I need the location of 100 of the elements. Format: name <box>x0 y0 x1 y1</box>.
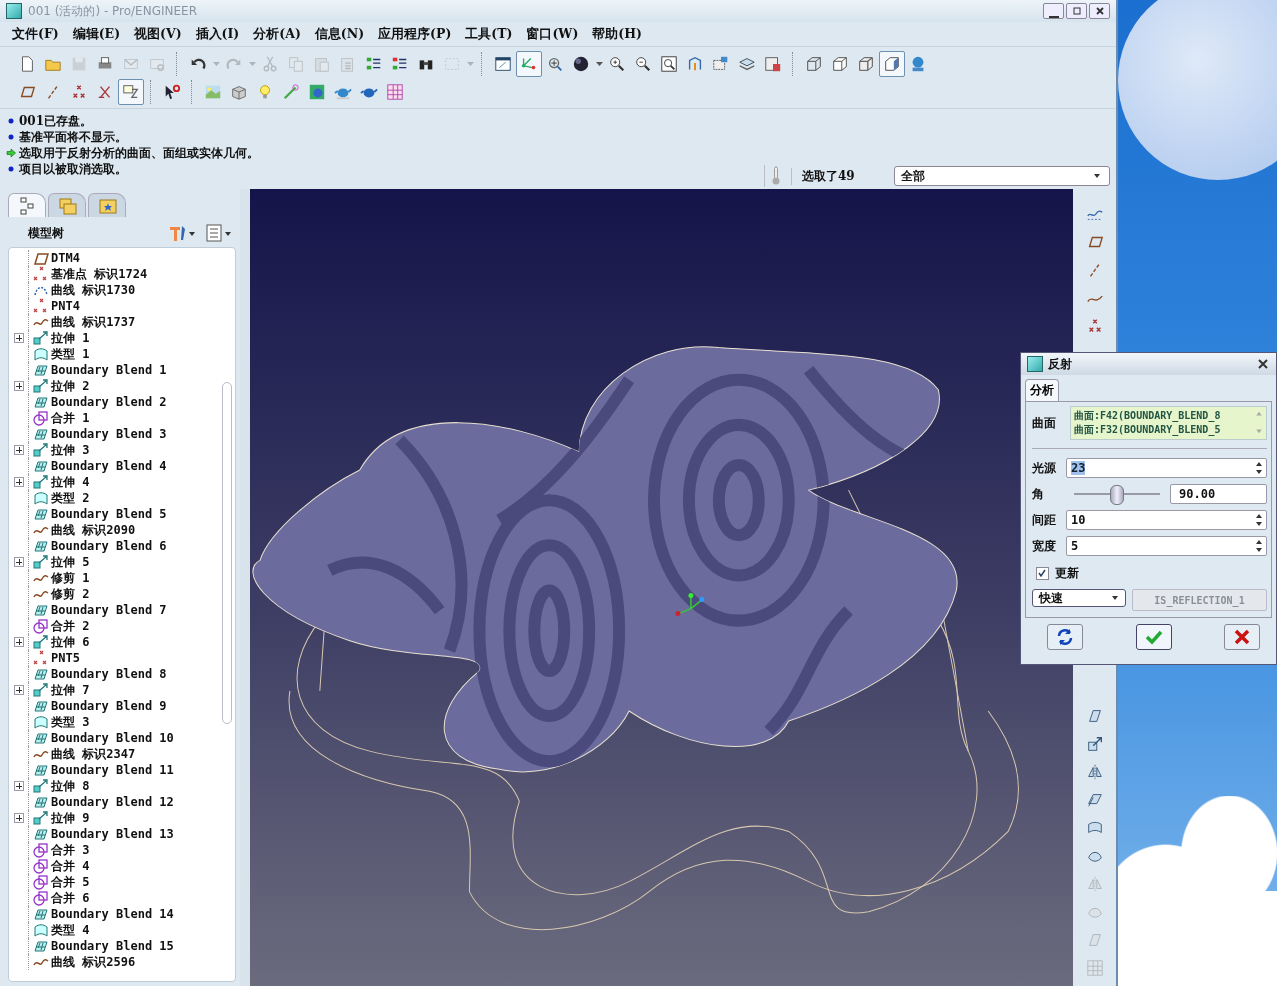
collector-item[interactable]: 曲面:F42(BOUNDARY_BLEND_8 <box>1074 409 1255 423</box>
extrude-icon <box>33 554 49 570</box>
close-button[interactable] <box>1256 357 1270 371</box>
angle-field[interactable]: 90.00 <box>1170 484 1267 504</box>
dialog-title: 反射 <box>1048 355 1073 373</box>
expand-toggle[interactable] <box>14 813 24 823</box>
expand-toggle[interactable] <box>14 477 24 487</box>
merge-icon <box>33 890 49 906</box>
tree-item[interactable]: 修剪 2 <box>51 585 90 603</box>
blend-surface-icon <box>33 906 49 922</box>
tree-item[interactable]: 类型 4 <box>51 921 90 939</box>
menu-item[interactable]: 信息(N) <box>308 25 373 43</box>
tree-item[interactable]: 合并 6 <box>51 889 90 907</box>
merge-icon <box>33 858 49 874</box>
tree-item[interactable]: DTM4 <box>51 251 80 265</box>
tree-item[interactable]: 合并 4 <box>51 857 90 875</box>
tree-item[interactable]: Boundary Blend 13 <box>51 827 174 841</box>
checkbox[interactable] <box>1036 566 1049 580</box>
collector-item[interactable]: 曲面:F32(BOUNDARY_BLEND_5 <box>1074 423 1255 437</box>
cross-button[interactable] <box>1224 624 1260 650</box>
menu-item[interactable]: 插入(I) <box>189 25 248 43</box>
menu-item[interactable]: 文件(F) <box>6 25 67 43</box>
tree-item[interactable]: 拉伸 7 <box>51 681 90 699</box>
tree-item[interactable]: Boundary Blend 12 <box>51 795 174 809</box>
angle-slider[interactable] <box>1074 485 1160 503</box>
tree-item[interactable]: 曲线 标识2090 <box>51 521 136 539</box>
coordinate-axes-icon <box>675 593 705 617</box>
expand-toggle[interactable] <box>14 685 24 695</box>
tree-item[interactable]: 合并 3 <box>51 841 90 859</box>
expand-toggle[interactable] <box>14 445 24 455</box>
tree-item[interactable]: Boundary Blend 8 <box>51 667 167 681</box>
tree-item[interactable]: 类型 2 <box>51 489 90 507</box>
tree-item[interactable]: 拉伸 6 <box>51 633 90 651</box>
tree-item[interactable]: Boundary Blend 4 <box>51 459 167 473</box>
tree-item[interactable]: Boundary Blend 14 <box>51 907 174 921</box>
tree-item[interactable]: 拉伸 3 <box>51 441 90 459</box>
tree-item[interactable]: 拉伸 4 <box>51 473 90 491</box>
number-field[interactable]: 10 <box>1066 510 1267 530</box>
tree-item[interactable]: 曲线 标识1730 <box>51 281 136 299</box>
refresh-button[interactable] <box>1047 624 1083 650</box>
menu-item[interactable]: 分析(A) <box>247 25 309 43</box>
expand-toggle[interactable] <box>14 333 24 343</box>
tree-item[interactable]: Boundary Blend 15 <box>51 939 174 953</box>
tree-item[interactable]: Boundary Blend 5 <box>51 507 167 521</box>
filter-value: 全部 <box>901 167 925 185</box>
expand-toggle[interactable] <box>14 557 24 567</box>
expand-toggle[interactable] <box>14 637 24 647</box>
blend-surface-icon <box>33 826 49 842</box>
menu-item[interactable]: 窗口(W) <box>520 25 587 43</box>
blend-surface-icon <box>33 394 49 410</box>
menu-item[interactable]: 工具(T) <box>459 25 521 43</box>
menu-item[interactable]: 帮助(H) <box>586 25 650 43</box>
tree-item[interactable]: 类型 1 <box>51 345 90 363</box>
tree-item[interactable]: PNT4 <box>51 299 80 313</box>
filter-dropdown[interactable]: 全部 <box>894 166 1110 186</box>
menu-item[interactable]: 应用程序(P) <box>372 25 460 43</box>
menu-item[interactable]: 视图(V) <box>128 25 190 43</box>
close-button[interactable] <box>1089 3 1110 19</box>
mode-dropdown[interactable]: 快速 <box>1032 589 1126 607</box>
number-field[interactable]: 23 <box>1066 458 1267 478</box>
blend-surface-icon <box>33 458 49 474</box>
number-field[interactable]: 5 <box>1066 536 1267 556</box>
tree-item[interactable]: Boundary Blend 11 <box>51 763 174 777</box>
tree-item[interactable]: Boundary Blend 1 <box>51 363 167 377</box>
blend-surface-icon <box>33 426 49 442</box>
datum-point-icon <box>33 650 49 666</box>
tree-item[interactable]: 修剪 1 <box>51 569 90 587</box>
expand-toggle[interactable] <box>14 381 24 391</box>
tree-item[interactable]: 合并 1 <box>51 409 90 427</box>
tree-item[interactable]: Boundary Blend 7 <box>51 603 167 617</box>
tree-item[interactable]: 拉伸 9 <box>51 809 90 827</box>
minimize-button[interactable] <box>1043 3 1064 19</box>
tree-item[interactable]: 类型 3 <box>51 713 90 731</box>
tree-item[interactable]: Boundary Blend 2 <box>51 395 167 409</box>
dialog-tab[interactable]: 分析 <box>1025 379 1059 401</box>
tree-item[interactable]: 拉伸 5 <box>51 553 90 571</box>
tree-item[interactable]: Boundary Blend 6 <box>51 539 167 553</box>
slider-thumb[interactable] <box>1110 485 1124 505</box>
surface-icon <box>33 714 49 730</box>
expand-toggle[interactable] <box>14 781 24 791</box>
panel-title: 模型树 <box>28 224 65 242</box>
tree-item[interactable]: PNT5 <box>51 651 80 665</box>
tree-item[interactable]: 曲线 标识1737 <box>51 313 136 331</box>
tree-item[interactable]: 合并 2 <box>51 617 90 635</box>
tree-item[interactable]: 曲线 标识2596 <box>51 953 136 971</box>
tree-item[interactable]: 拉伸 8 <box>51 777 90 795</box>
menu-item[interactable]: 编辑(E) <box>66 25 129 43</box>
tree-item[interactable]: Boundary Blend 3 <box>51 427 167 441</box>
tree-item[interactable]: 基准点 标识1724 <box>51 265 148 283</box>
tree-item[interactable]: 拉伸 1 <box>51 329 90 347</box>
window-title: 001 (活动的) - Pro/ENGINEER <box>28 2 197 20</box>
tree-item[interactable]: 曲线 标识2347 <box>51 745 136 763</box>
tree-item[interactable]: Boundary Blend 9 <box>51 699 167 713</box>
tree-structure-tab[interactable] <box>8 193 46 217</box>
tree-item[interactable]: 合并 5 <box>51 873 90 891</box>
surface-collector[interactable]: 曲面:F42(BOUNDARY_BLEND_8 曲面:F32(BOUNDARY_BLEND_5 <box>1070 406 1267 440</box>
folder-star-tab[interactable] <box>88 193 126 217</box>
checkmark-button[interactable] <box>1135 624 1172 650</box>
tree-item[interactable]: 拉伸 2 <box>51 377 90 395</box>
tree-item[interactable]: Boundary Blend 10 <box>51 731 174 745</box>
